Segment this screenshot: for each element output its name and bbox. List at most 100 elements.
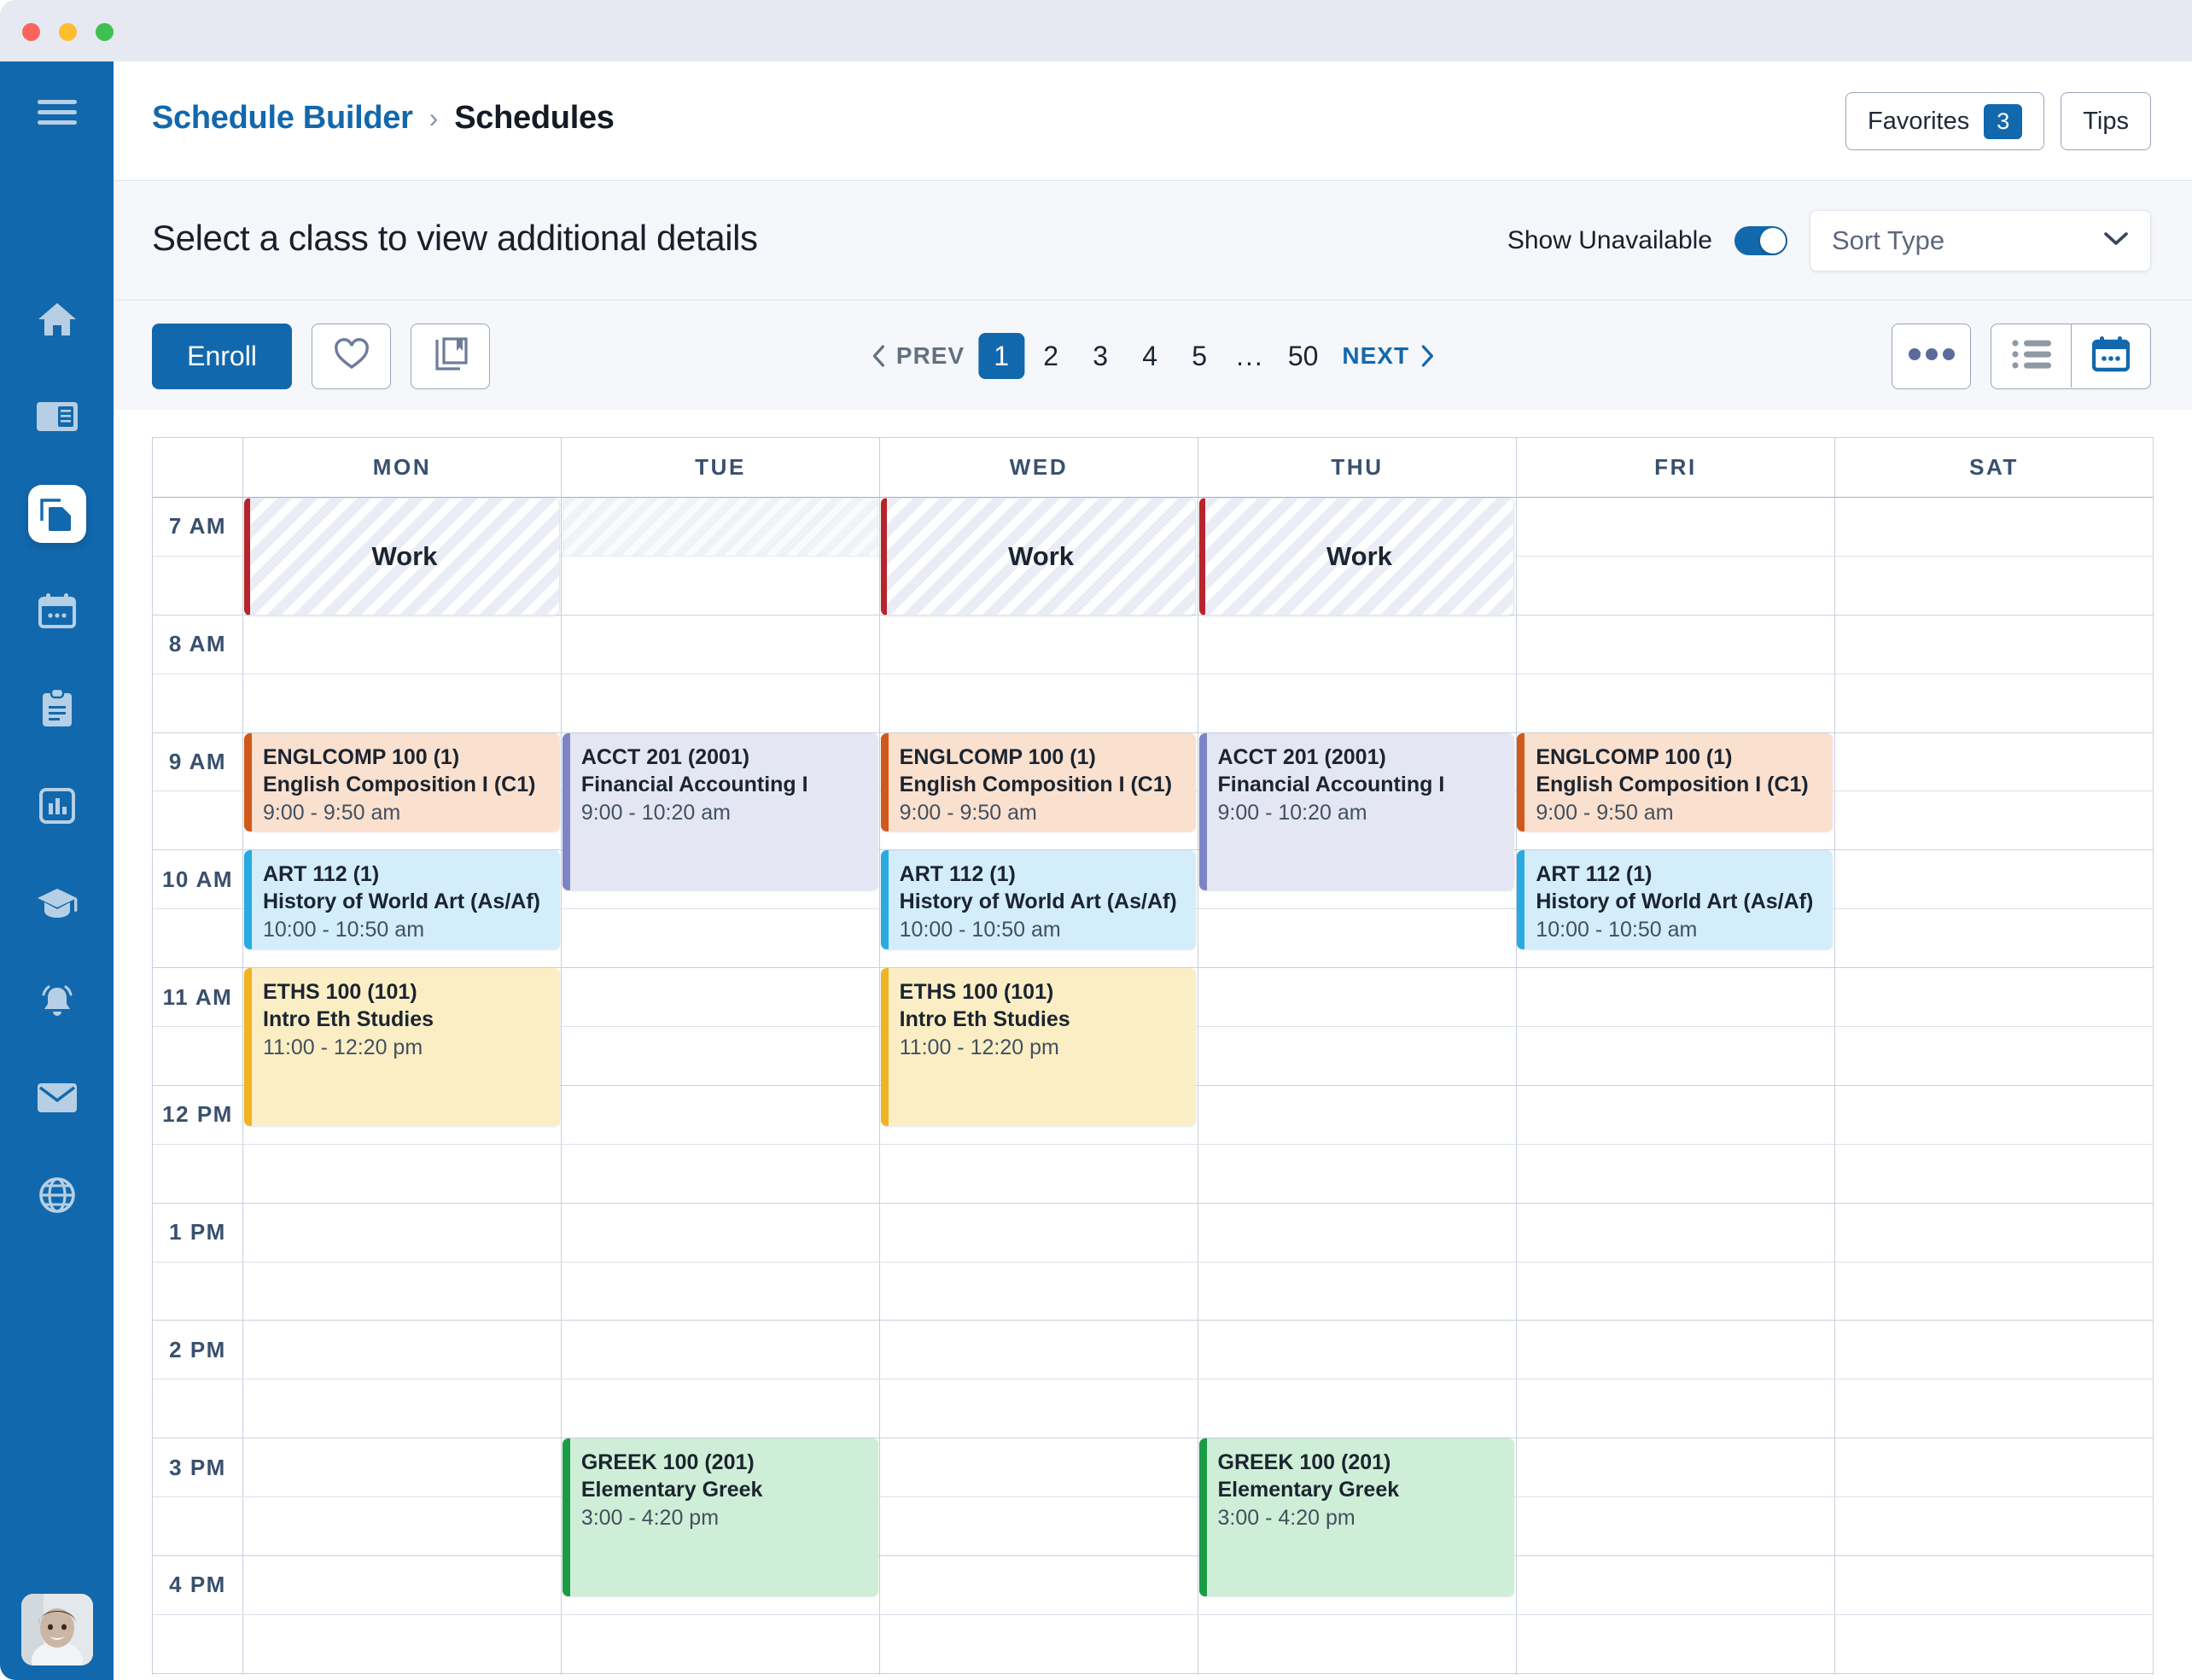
calendar-cell[interactable] [562,1615,880,1673]
calendar-cell[interactable] [1517,1027,1835,1085]
calendar-cell[interactable] [1198,674,1517,732]
calendar-cell[interactable] [1198,909,1517,967]
calendar-cell[interactable] [1835,498,2153,556]
calendar-cell[interactable] [1835,791,2153,849]
pagination-prev[interactable]: PREV [860,333,975,379]
globe-icon[interactable] [28,1166,86,1224]
calendar-cell[interactable] [1835,1497,2153,1555]
calendar-cell[interactable] [1517,1674,1835,1675]
calendar-cell[interactable] [1835,1438,2153,1496]
calendar-event[interactable]: ETHS 100 (101)Intro Eth Studies11:00 - 1… [881,968,1197,1126]
calendar-cell[interactable] [243,1556,562,1614]
pagination-page-50[interactable]: 50 [1278,333,1329,379]
show-unavailable-toggle[interactable] [1734,226,1787,255]
close-window-button[interactable] [22,23,40,41]
calendar-cell[interactable] [1517,498,1835,556]
calendar-cell[interactable] [562,909,880,967]
calendar-cell[interactable] [1835,968,2153,1026]
calendar-cell[interactable] [1835,1674,2153,1675]
calendar-cell[interactable] [562,615,880,674]
calendar-cell[interactable] [1835,1086,2153,1144]
tips-button[interactable]: Tips [2061,92,2151,150]
calendar-cell[interactable] [1517,1497,1835,1555]
more-options-button[interactable] [1892,324,1971,389]
calendar-cell[interactable] [562,1027,880,1085]
calendar-event[interactable]: ENGLCOMP 100 (1)English Composition I (C… [881,733,1197,832]
calendar-cell[interactable] [1517,1086,1835,1144]
home-icon[interactable] [28,290,86,348]
list-view-button[interactable] [1991,324,2071,388]
minimize-window-button[interactable] [59,23,77,41]
calendar-cell[interactable] [243,1674,562,1675]
calendar-cell[interactable] [1517,1380,1835,1438]
calendar-cell[interactable] [1835,909,2153,967]
graduation-cap-icon[interactable] [28,874,86,932]
calendar-event[interactable]: ACCT 201 (2001)Financial Accounting I9:0… [1199,733,1515,891]
calendar-cell[interactable] [1517,615,1835,674]
calendar-cell[interactable] [1198,1380,1517,1438]
calendar-event[interactable]: ENGLCOMP 100 (1)English Composition I (C… [1517,733,1833,832]
calendar-cell[interactable] [243,1438,562,1496]
calendar-event[interactable]: ART 112 (1)History of World Art (As/Af)1… [244,850,560,949]
calendar-cell[interactable] [1835,850,2153,908]
avatar[interactable] [21,1594,93,1665]
calendar-cell[interactable] [1198,1674,1517,1675]
calendar-cell[interactable] [1835,1145,2153,1203]
calendar-icon[interactable] [28,582,86,640]
calendar-view-button[interactable] [2071,324,2150,388]
sort-type-select[interactable]: Sort Type [1810,210,2151,271]
calendar-cell[interactable] [880,1438,1198,1496]
calendar-cell[interactable] [1835,1027,2153,1085]
calendar-cell[interactable] [1198,1145,1517,1203]
calendar-cell[interactable] [1835,733,2153,791]
calendar-cell[interactable] [1835,557,2153,615]
favorite-button[interactable] [312,324,391,389]
calendar-event-work[interactable]: Work [881,498,1197,615]
calendar-event[interactable]: ACCT 201 (2001)Financial Accounting I9:0… [563,733,878,891]
calendar-cell[interactable] [1517,1438,1835,1496]
calendar-cell[interactable] [1198,1027,1517,1085]
calendar-cell[interactable] [562,674,880,732]
calendar-cell[interactable] [1198,1086,1517,1144]
calendar-cell[interactable] [1198,1321,1517,1379]
calendar-cell[interactable] [562,1674,880,1675]
sidebar-item-schedules[interactable] [28,485,86,543]
calendar-event[interactable]: ART 112 (1)History of World Art (As/Af)1… [1517,850,1833,949]
calendar-cell[interactable] [1517,557,1835,615]
calendar-cell[interactable] [1835,1204,2153,1262]
calendar-cell[interactable] [1835,674,2153,732]
calendar-cell[interactable] [1517,1321,1835,1379]
pagination-page-5[interactable]: 5 [1176,333,1222,379]
calendar-event[interactable]: ENGLCOMP 100 (1)English Composition I (C… [244,733,560,832]
calendar-event[interactable]: GREEK 100 (201)Elementary Greek3:00 - 4:… [563,1438,878,1596]
menu-icon[interactable] [28,84,86,142]
maximize-window-button[interactable] [96,23,114,41]
calendar-cell[interactable] [1198,1204,1517,1262]
calendar-cell[interactable] [880,615,1198,674]
calendar-cell[interactable] [243,1497,562,1555]
calendar-cell[interactable] [243,1145,562,1203]
pagination-next[interactable]: NEXT [1332,333,1445,379]
calendar-event[interactable]: ART 112 (1)History of World Art (As/Af)1… [881,850,1197,949]
calendar-cell[interactable] [562,1321,880,1379]
pagination-page-1[interactable]: 1 [978,333,1024,379]
calendar-cell[interactable] [880,1497,1198,1555]
pagination-page-3[interactable]: 3 [1077,333,1123,379]
calendar-cell[interactable] [243,1321,562,1379]
calendar-cell[interactable] [880,1615,1198,1673]
card-icon[interactable] [28,388,86,446]
calendar-cell[interactable] [562,968,880,1026]
calendar-event-work[interactable]: Work [1199,498,1515,615]
calendar-cell[interactable] [1835,1380,2153,1438]
calendar-cell[interactable] [880,1321,1198,1379]
bell-icon[interactable] [28,971,86,1030]
calendar-cell[interactable] [880,1556,1198,1614]
calendar-cell[interactable] [880,1674,1198,1675]
calendar-cell[interactable] [1198,1263,1517,1321]
clipboard-icon[interactable] [28,680,86,738]
calendar-cell[interactable] [1835,1615,2153,1673]
favorites-button[interactable]: Favorites 3 [1845,92,2044,150]
mail-icon[interactable] [28,1069,86,1127]
calendar-cell[interactable] [562,1380,880,1438]
calendar-cell[interactable] [1517,1556,1835,1614]
